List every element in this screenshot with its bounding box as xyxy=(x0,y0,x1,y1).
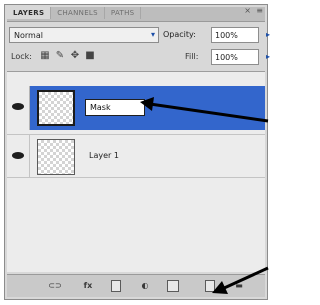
tab-layers[interactable]: LAYERS xyxy=(7,7,52,19)
lock-fill-row: Lock: ▦ ✎ ✥ ■ Fill: 100% ▸ xyxy=(9,49,270,65)
opacity-label: Opacity: xyxy=(163,30,196,39)
blend-mode-select[interactable]: Normal ▾ xyxy=(9,27,159,43)
panel-menu-icon[interactable]: ≡ xyxy=(256,6,263,15)
fill-value: 100% xyxy=(215,53,238,62)
layer-row-mask[interactable]: Mask xyxy=(7,86,265,130)
adjustment-layer-icon[interactable]: ◐ xyxy=(139,280,151,292)
layer-row-layer-1[interactable]: Layer 1 xyxy=(7,134,265,178)
fill-label: Fill: xyxy=(185,52,199,61)
trash-icon[interactable]: ▬ xyxy=(233,280,245,292)
move-lock-icon[interactable]: ✥ xyxy=(69,50,81,62)
tab-paths[interactable]: PATHS xyxy=(105,7,142,19)
brush-lock-icon[interactable]: ✎ xyxy=(54,50,66,62)
tab-channels[interactable]: CHANNELS xyxy=(51,7,105,19)
chevron-down-icon: ▾ xyxy=(150,30,155,39)
layer-thumbnail xyxy=(37,139,75,175)
layer-name-input[interactable]: Mask xyxy=(85,99,145,116)
panel-tabs: LAYERS CHANNELS PATHS xyxy=(7,7,265,22)
new-group-icon[interactable] xyxy=(167,280,179,292)
eye-icon[interactable] xyxy=(11,100,25,114)
add-mask-icon[interactable] xyxy=(111,280,121,292)
close-icon[interactable]: × xyxy=(244,6,251,15)
lock-label: Lock: xyxy=(11,52,32,61)
fill-field[interactable]: 100% ▸ xyxy=(211,49,270,65)
checkerboard-lock-icon[interactable]: ▦ xyxy=(39,50,51,62)
blend-mode-value: Normal xyxy=(14,31,43,40)
opacity-value: 100% xyxy=(215,31,238,40)
fx-icon[interactable]: fx xyxy=(81,280,95,292)
panel-bottom-toolbar: ⊂⊃ fx ◐ ▬ xyxy=(7,274,265,297)
layer-name: Layer 1 xyxy=(89,151,119,160)
new-layer-icon[interactable] xyxy=(205,280,215,292)
blend-opacity-row: Normal ▾ Opacity: 100% ▸ xyxy=(9,27,270,43)
slider-arrow-icon[interactable]: ▸ xyxy=(266,30,270,39)
layer-thumbnail xyxy=(37,90,75,126)
layers-panel: LAYERS CHANNELS PATHS × ≡ Normal ▾ Opaci… xyxy=(4,4,270,300)
slider-arrow-icon[interactable]: ▸ xyxy=(266,52,270,61)
opacity-field[interactable]: 100% ▸ xyxy=(211,27,270,43)
layers-list: Mask Layer 1 xyxy=(7,71,265,272)
link-layers-icon[interactable]: ⊂⊃ xyxy=(47,280,63,292)
eye-icon[interactable] xyxy=(11,149,25,163)
padlock-icon[interactable]: ■ xyxy=(84,50,96,62)
